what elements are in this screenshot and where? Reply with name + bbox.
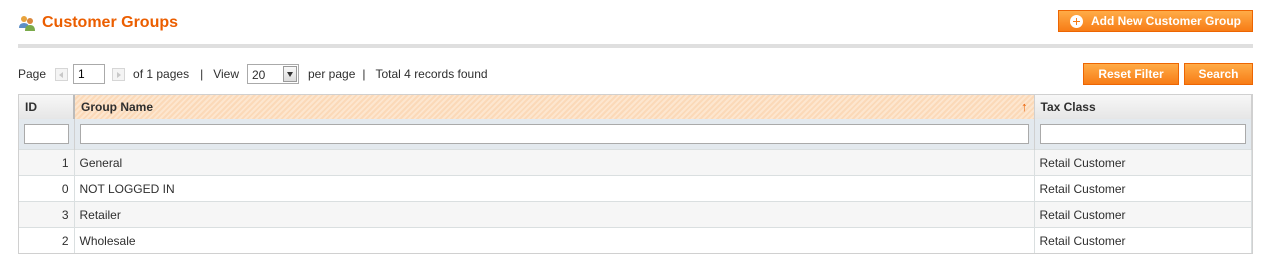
customer-group-icon xyxy=(19,16,35,31)
pager-separator: | xyxy=(362,67,366,81)
per-page-label: per page xyxy=(308,67,356,81)
page-title: Customer Groups xyxy=(42,14,179,31)
of-pages-text: of 1 pages xyxy=(133,67,190,81)
pager-separator: | xyxy=(200,67,204,81)
per-page-value: 20 xyxy=(252,68,266,82)
id-filter-input[interactable] xyxy=(24,124,69,144)
column-header-id[interactable]: ID xyxy=(19,95,75,119)
tax-class-filter-input[interactable] xyxy=(1039,124,1246,144)
plus-circle-icon xyxy=(1069,14,1083,28)
filter-cell-tax-class xyxy=(1034,119,1252,150)
sort-ascending-icon: ↑ xyxy=(1021,99,1028,114)
page-number-input[interactable] xyxy=(73,64,106,84)
grid-header-row: ID Group Name ↑ Tax Class xyxy=(19,95,1252,119)
filter-cell-id xyxy=(19,119,75,150)
column-header-group-name[interactable]: Group Name ↑ xyxy=(73,95,1035,119)
chevron-down-icon xyxy=(283,66,297,82)
cell-tax-class: Retail Customer xyxy=(1034,175,1252,202)
cell-group-name: Wholesale xyxy=(74,227,1035,253)
cell-group-name: Retailer xyxy=(74,201,1035,228)
reset-filter-button[interactable]: Reset Filter xyxy=(1083,63,1179,85)
page-label: Page xyxy=(18,67,47,81)
previous-page-icon[interactable] xyxy=(55,67,69,81)
title-wrap: Customer Groups xyxy=(18,14,178,32)
cell-tax-class: Retail Customer xyxy=(1034,201,1252,228)
pager: Page of 1 pages | View 20 per page | Tot… xyxy=(18,63,488,85)
next-page-icon[interactable] xyxy=(112,67,126,81)
cell-id: 2 xyxy=(19,227,75,253)
column-header-tax-class[interactable]: Tax Class xyxy=(1034,95,1252,119)
cell-id: 1 xyxy=(19,149,75,176)
add-new-customer-group-button[interactable]: Add New Customer Group xyxy=(1057,10,1253,32)
group-name-filter-input[interactable] xyxy=(79,124,1029,144)
total-records-text: Total 4 records found xyxy=(375,67,488,81)
cell-id: 3 xyxy=(19,201,75,228)
cell-group-name: NOT LOGGED IN xyxy=(74,175,1035,202)
table-row[interactable]: 0 NOT LOGGED IN Retail Customer xyxy=(19,175,1252,202)
cell-group-name: General xyxy=(74,149,1035,176)
cell-tax-class: Retail Customer xyxy=(1034,149,1252,176)
per-page-select[interactable]: 20 xyxy=(247,64,299,84)
table-row[interactable]: 2 Wholesale Retail Customer xyxy=(19,227,1252,253)
cell-tax-class: Retail Customer xyxy=(1034,227,1252,253)
view-label: View xyxy=(213,67,239,81)
add-button-label: Add New Customer Group xyxy=(1090,14,1241,28)
page-header: Customer Groups Add New Customer Group xyxy=(18,10,1253,48)
filter-row xyxy=(19,119,1252,150)
search-button[interactable]: Search xyxy=(1184,63,1253,85)
table-row[interactable]: 3 Retailer Retail Customer xyxy=(19,201,1252,228)
cell-id: 0 xyxy=(19,175,75,202)
filter-cell-group-name xyxy=(74,119,1035,150)
customer-groups-grid: ID Group Name ↑ Tax Class 1 General Reta… xyxy=(18,94,1253,254)
group-name-header-label: Group Name xyxy=(81,100,154,114)
grid-table: ID Group Name ↑ Tax Class 1 General Reta… xyxy=(19,95,1252,253)
table-row[interactable]: 1 General Retail Customer xyxy=(19,149,1252,176)
